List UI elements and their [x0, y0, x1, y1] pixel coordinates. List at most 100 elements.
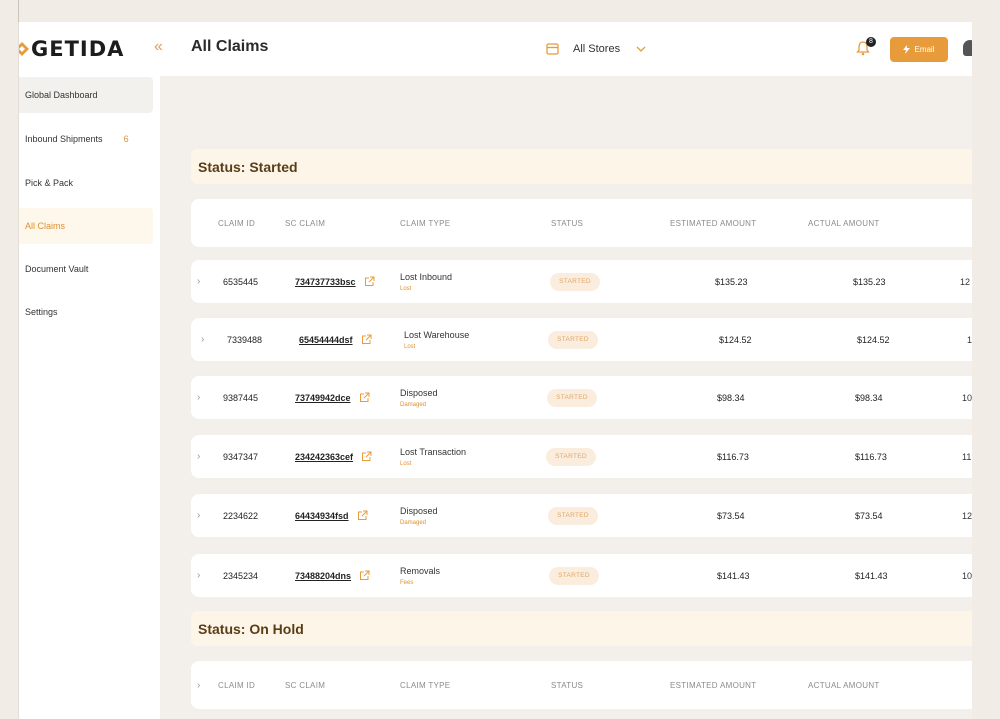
column-header-estimated-amount[interactable]: ESTIMATED AMOUNT: [670, 199, 756, 247]
status-section-header[interactable]: Status: On Hold: [191, 611, 972, 646]
expand-chevron-icon[interactable]: ›: [201, 318, 204, 361]
table-row[interactable]: › 7339488 65454444dsf Lost Warehouse Los…: [191, 318, 972, 361]
sc-claim-link[interactable]: 64434934fsd: [295, 511, 349, 521]
table-row[interactable]: › 9347347 234242363cef Lost Transaction …: [191, 435, 972, 478]
collapse-sidebar-icon[interactable]: «: [154, 38, 163, 56]
claim-id: 9387445: [223, 392, 259, 403]
claim-type: Removals: [400, 565, 441, 576]
expand-chevron-icon[interactable]: ›: [197, 494, 200, 537]
overflow-cell: 10: [962, 570, 972, 581]
column-header-actual-amount[interactable]: ACTUAL AMOUNT: [808, 661, 880, 709]
sc-claim-cell: 73488204dns: [295, 554, 370, 597]
overflow-cell: 12: [960, 276, 971, 287]
sidebar-item-pick-pack[interactable]: Pick & Pack: [19, 165, 153, 201]
table-header: CLAIM ID SC CLAIM CLAIM TYPE STATUS ESTI…: [191, 199, 972, 247]
status-cell: STARTED: [549, 554, 599, 597]
external-link-icon[interactable]: [361, 451, 372, 462]
status-badge: STARTED: [547, 388, 597, 407]
status-badge: STARTED: [548, 506, 598, 525]
notification-badge: 8: [866, 37, 876, 47]
sidebar-item-label: All Claims: [25, 221, 66, 231]
external-link-icon[interactable]: [359, 392, 370, 403]
store-selector[interactable]: All Stores: [542, 36, 650, 62]
claim-subtype: Lost: [400, 460, 412, 467]
table-row[interactable]: › 2234622 64434934fsd Disposed Damaged S…: [191, 494, 972, 537]
column-header-status[interactable]: STATUS: [551, 199, 583, 247]
column-header-actual-amount[interactable]: ACTUAL AMOUNT: [808, 199, 880, 247]
logo-mark-icon: [19, 42, 29, 56]
status-badge: STARTED: [549, 566, 599, 585]
sidebar-item-inbound-shipments[interactable]: Inbound Shipments 6: [19, 121, 153, 157]
sidebar-item-all-claims[interactable]: All Claims: [19, 208, 153, 244]
column-header-estimated-amount[interactable]: ESTIMATED AMOUNT: [670, 661, 756, 709]
logo[interactable]: GETIDA: [19, 36, 124, 62]
external-link-icon[interactable]: [361, 334, 372, 345]
sidebar-item-label: Global Dashboard: [25, 90, 98, 100]
column-header-claim-type[interactable]: CLAIM TYPE: [400, 199, 450, 247]
claim-subtype: Fees: [400, 579, 414, 586]
status-badge: STARTED: [548, 330, 598, 349]
sidebar-item-document-vault[interactable]: Document Vault: [19, 251, 153, 287]
bolt-icon: [903, 45, 911, 54]
estimated-amount: $73.54: [717, 510, 745, 521]
claim-type-cell: Lost Transaction Lost: [400, 435, 466, 478]
table-row[interactable]: › 9387445 73749942dce Disposed Damaged S…: [191, 376, 972, 419]
sc-claim-link[interactable]: 73488204dns: [295, 571, 351, 581]
estimated-amount: $116.73: [717, 451, 749, 462]
actual-amount: $135.23: [853, 276, 886, 287]
sidebar-item-settings[interactable]: Settings: [19, 294, 153, 330]
status-cell: STARTED: [548, 494, 598, 537]
estimated-amount: $141.43: [717, 570, 750, 581]
estimated-amount: $135.23: [715, 276, 748, 287]
expand-chevron-icon[interactable]: ›: [197, 554, 200, 597]
sc-claim-link[interactable]: 234242363cef: [295, 452, 353, 462]
status-cell: STARTED: [550, 260, 600, 303]
table-header: › CLAIM ID SC CLAIM CLAIM TYPE STATUS ES…: [191, 661, 972, 709]
external-link-icon[interactable]: [359, 570, 370, 581]
claim-subtype: Lost: [404, 343, 416, 350]
external-link-icon[interactable]: [357, 510, 368, 521]
top-header: GETIDA « All Claims All Stores 8 Email: [19, 22, 972, 76]
expand-chevron-icon[interactable]: ›: [197, 376, 200, 419]
store-selector-label: All Stores: [573, 43, 621, 55]
email-button[interactable]: Email: [890, 37, 948, 62]
claim-type: Lost Inbound: [400, 271, 453, 282]
status-badge: STARTED: [550, 272, 600, 291]
app-window: GETIDA « All Claims All Stores 8 Email G…: [18, 22, 972, 719]
estimated-amount: $124.52: [719, 334, 752, 345]
column-header-claim-type[interactable]: CLAIM TYPE: [400, 661, 450, 709]
expand-chevron-icon[interactable]: ›: [197, 435, 200, 478]
sidebar-item-global-dashboard[interactable]: Global Dashboard: [19, 77, 153, 113]
email-button-label: Email: [914, 45, 935, 54]
actual-amount: $116.73: [855, 451, 887, 462]
column-header-sc-claim[interactable]: SC CLAIM: [285, 661, 325, 709]
avatar[interactable]: [963, 40, 972, 56]
sc-claim-cell: 234242363cef: [295, 435, 372, 478]
sc-claim-cell: 73749942dce: [295, 376, 370, 419]
claim-type-cell: Removals Fees: [400, 554, 440, 597]
status-cell: STARTED: [546, 435, 596, 478]
status-section-header[interactable]: Status: Started: [191, 149, 972, 184]
claim-id: 2345234: [223, 570, 259, 581]
column-header-sc-claim[interactable]: SC CLAIM: [285, 199, 325, 247]
claim-type-cell: Lost Warehouse Lost: [404, 318, 469, 361]
sc-claim-link[interactable]: 65454444dsf: [299, 335, 353, 345]
table-row[interactable]: › 2345234 73488204dns Removals Fees STAR…: [191, 554, 972, 597]
column-header-claim-id[interactable]: CLAIM ID: [218, 661, 255, 709]
claim-type-cell: Disposed Damaged: [400, 376, 438, 419]
status-cell: STARTED: [547, 376, 597, 419]
table-row[interactable]: › 6535445 734737733bsc Lost Inbound Lost…: [191, 260, 972, 303]
expand-chevron-icon[interactable]: ›: [197, 661, 201, 709]
sc-claim-link[interactable]: 73749942dce: [295, 393, 351, 403]
expand-chevron-icon[interactable]: ›: [197, 260, 200, 303]
claim-type: Disposed: [400, 505, 438, 516]
column-header-status[interactable]: STATUS: [551, 661, 583, 709]
sc-claim-cell: 734737733bsc: [295, 260, 375, 303]
external-link-icon[interactable]: [364, 276, 375, 287]
sidebar-item-label: Inbound Shipments: [25, 134, 103, 144]
page-title: All Claims: [191, 38, 269, 55]
sc-claim-link[interactable]: 734737733bsc: [295, 277, 356, 287]
claim-id: 7339488: [227, 334, 263, 345]
column-header-claim-id[interactable]: CLAIM ID: [218, 199, 255, 247]
overflow-cell: 11: [967, 334, 972, 345]
